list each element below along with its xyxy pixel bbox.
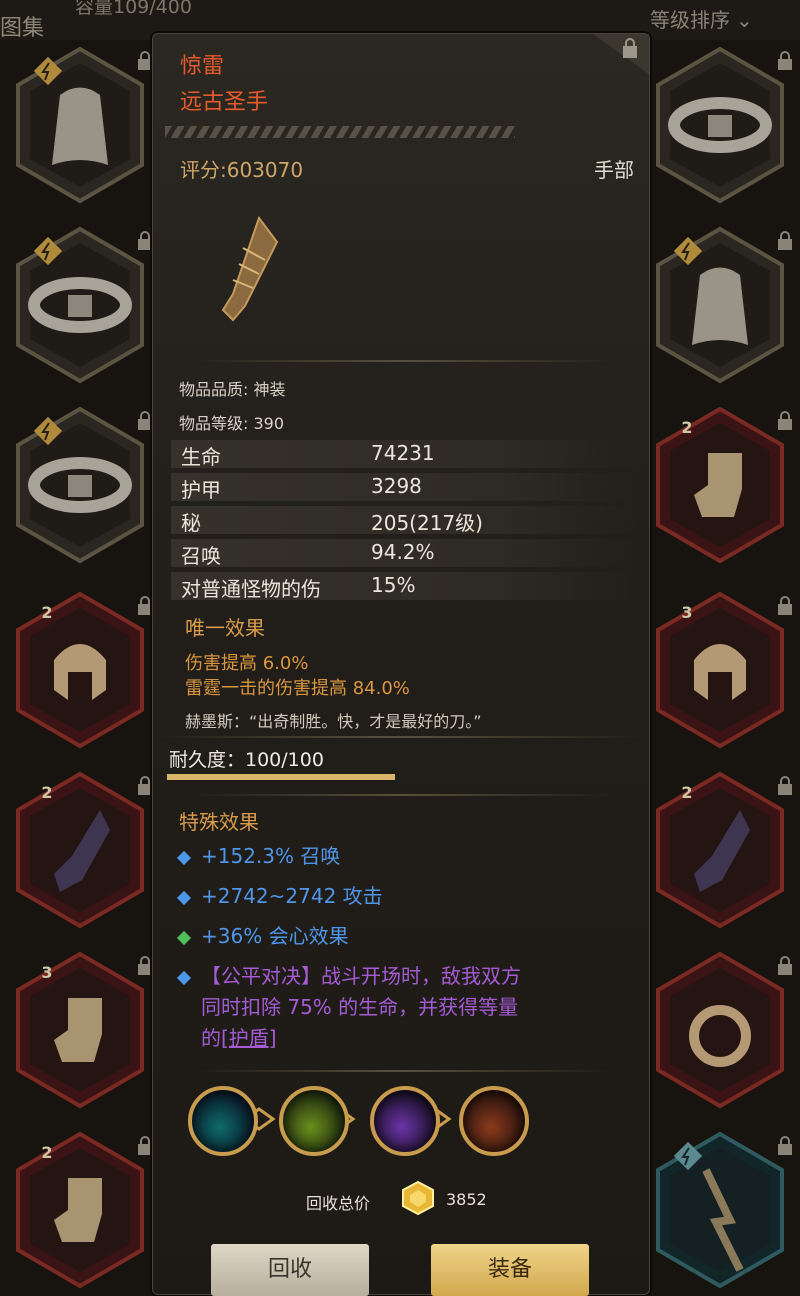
durability-bar: [167, 774, 395, 780]
blue-gem-bullet-icon: [176, 890, 192, 905]
gold-crystal-icon: [402, 1180, 434, 1216]
blue-gem-bullet-icon: [176, 970, 192, 985]
gem-socket-orange[interactable]: [459, 1086, 529, 1156]
collection-tab[interactable]: 图集: [0, 10, 44, 42]
gauntlet-item-icon: [221, 215, 279, 322]
hex-frame-gold: [16, 46, 144, 204]
chevron-down-icon: ⌄: [736, 8, 753, 32]
level-badge: 2: [681, 418, 693, 437]
item-quality: 物品品质: 神装: [179, 380, 286, 399]
level-badge: 2: [41, 783, 53, 802]
stat-name: 对普通怪物的伤: [181, 577, 321, 601]
stat-row: 对普通怪物的伤 15%: [171, 572, 637, 601]
stat-name: 秘: [181, 511, 201, 535]
item-subname: 远古圣手: [180, 90, 269, 115]
stat-row: 召唤 94.2%: [171, 539, 637, 568]
recycle-button[interactable]: 回收: [211, 1244, 369, 1296]
inventory-slot-gauntlet[interactable]: 2: [650, 770, 792, 930]
special-effect-line: +152.3% 召唤: [176, 840, 340, 869]
special-effect-line: +2742~2742 攻击: [176, 880, 383, 909]
inventory-slot-helmet[interactable]: 3: [650, 590, 792, 750]
unique-effect-line: 伤害提高 6.0%: [185, 653, 309, 674]
item-name: 惊雷: [180, 54, 225, 79]
level-badge: 2: [41, 603, 53, 622]
inventory-slot-glove[interactable]: 2: [10, 1130, 152, 1290]
shield-link[interactable]: [护盾]: [221, 1026, 277, 1050]
special-effect-long-line2: 同时扣除 75% 的生命，并获得等量: [201, 995, 519, 1019]
special-effect-title: 特殊效果: [179, 810, 259, 834]
blue-gem-bullet-icon: [176, 850, 192, 865]
level-badge: 2: [681, 783, 693, 802]
inventory-slot-belt[interactable]: [10, 405, 152, 565]
special-effect-long-line3: 的[护盾]: [201, 1026, 277, 1050]
inventory-slot-glove[interactable]: 3: [10, 950, 152, 1110]
inventory-slot-cloak[interactable]: [10, 45, 152, 205]
stat-value: 3298: [371, 474, 422, 498]
inventory-slot-cloak[interactable]: [650, 225, 792, 385]
level-badge: 2: [41, 1143, 53, 1162]
stat-name: 召唤: [181, 544, 221, 568]
inventory-slot-belt[interactable]: [10, 225, 152, 385]
recycle-value: 3852: [446, 1190, 487, 1209]
stat-row: 秘 205(217级): [171, 506, 637, 535]
level-badge: 3: [681, 603, 693, 622]
inventory-slot-helmet[interactable]: 2: [10, 590, 152, 750]
stat-row: 护甲 3298: [171, 473, 637, 502]
gem-socket-green[interactable]: [279, 1086, 349, 1156]
item-slot-type: 手部: [594, 158, 634, 182]
stat-row: 生命 74231: [171, 440, 637, 469]
stat-value: 74231: [371, 441, 435, 465]
divider: [193, 1070, 613, 1072]
green-gem-bullet-icon: [176, 930, 192, 945]
hatch-divider: [165, 126, 515, 138]
equip-button[interactable]: 装备: [431, 1244, 589, 1296]
gem-socket-purple[interactable]: [370, 1086, 440, 1156]
special-effect-line: +36% 会心效果: [176, 920, 349, 949]
stat-name: 护甲: [181, 478, 221, 502]
gem-socket-cyan[interactable]: [188, 1086, 258, 1156]
sort-dropdown[interactable]: 等级排序 ⌄: [650, 4, 753, 33]
inventory-slot-ring[interactable]: [650, 950, 792, 1110]
item-level: 物品等级: 390: [179, 414, 285, 433]
stat-value: 94.2%: [371, 540, 435, 564]
durability-label: 耐久度：100/100: [169, 749, 324, 771]
inventory-slot-belt[interactable]: [650, 45, 792, 205]
stat-value: 205(217级): [371, 511, 483, 535]
level-badge: 3: [41, 963, 53, 982]
divider: [193, 794, 613, 796]
lock-toggle-icon[interactable]: [593, 34, 649, 74]
divider: [193, 360, 613, 362]
cloak-icon: [692, 267, 748, 345]
recycle-label: 回收总价: [306, 1194, 371, 1213]
inventory-slot-gauntlet[interactable]: 2: [10, 770, 152, 930]
item-score: 评分:603070: [180, 158, 304, 182]
unique-effect-line: 雷霆一击的伤害提高 84.0%: [185, 678, 410, 699]
item-quote: 赫墨斯：“出奇制胜。快，才是最好的刀。”: [185, 712, 482, 731]
special-effect-long: 【公平对决】战斗开场时，敌我双方: [176, 960, 521, 989]
item-tooltip-panel: 惊雷 远古圣手 评分:603070 手部 物品品质: 神装 物品等级: 390 …: [152, 33, 650, 1296]
unique-effect-title: 唯一效果: [185, 616, 265, 640]
divider: [153, 736, 649, 738]
inventory-slot-weapon[interactable]: [650, 1130, 792, 1290]
capacity-text: 容量109/400: [75, 0, 192, 18]
stat-value: 15%: [371, 573, 416, 597]
sort-label: 等级排序: [650, 8, 730, 32]
cloak-icon: [52, 87, 108, 165]
inventory-slot-glove[interactable]: 2: [650, 405, 792, 565]
stat-name: 生命: [181, 445, 221, 469]
